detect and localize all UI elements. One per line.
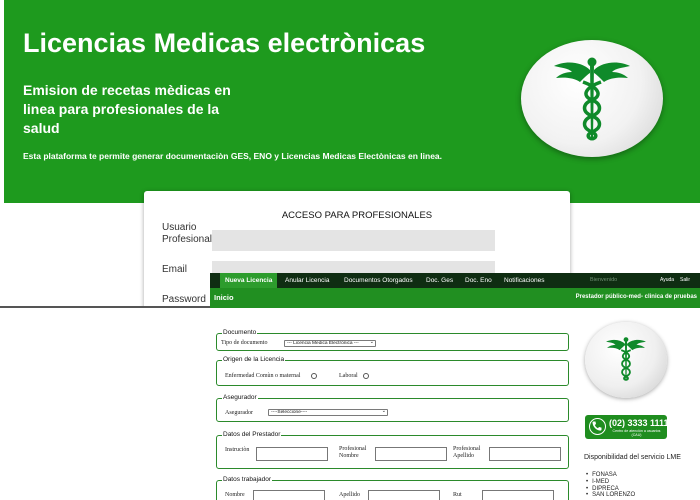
nav-exit[interactable]: Salir	[680, 273, 690, 288]
login-title: ACCESO PARA PROFESIONALES	[281, 210, 433, 221]
nav-user: Bienvenido	[590, 277, 618, 283]
user-label: Usuario Profesional	[162, 222, 213, 245]
phone-number: (02) 3333 1111	[609, 418, 669, 428]
origen-option2-radio[interactable]	[363, 373, 369, 379]
nav-nueva-licencia[interactable]: Nueva Licencia	[220, 273, 278, 288]
phone-subtitle: Centro de atención a usuarios (CAU)	[612, 429, 661, 437]
nav-doc-ges[interactable]: Doc. Ges	[426, 273, 453, 288]
prestador-apellido-label: Profesional Apellido	[453, 446, 481, 459]
service-list: FONASA I-MED DIPRECA SAN LORENZO	[586, 472, 635, 499]
prestador-nombre-input[interactable]	[375, 447, 447, 461]
user-input[interactable]	[212, 230, 495, 251]
asegurador-section: Asegurador Asegurador ----Seleccione----…	[216, 394, 569, 422]
list-item: SAN LORENZO	[586, 492, 635, 499]
breadcrumb-home[interactable]: Inicio	[214, 293, 234, 302]
hero-subtitle: Emision de recetas mèdicas en linea para…	[23, 82, 231, 136]
caduceus-icon	[554, 57, 630, 141]
prestador-apellido-input[interactable]	[489, 447, 561, 461]
list-item: I-MED	[586, 479, 635, 486]
caduceus-badge	[521, 40, 663, 157]
nav-doc-eno[interactable]: Doc. Eno	[465, 273, 492, 288]
hero-description: Esta plataforma te permite generar docum…	[23, 151, 443, 161]
asegurador-select[interactable]: ----Seleccione---- ⌄	[268, 409, 388, 416]
trabajador-apellido-input[interactable]	[368, 490, 440, 500]
list-item: DIPRECA	[586, 486, 635, 493]
hero-title: Licencias Medicas electrònicas	[23, 28, 426, 58]
origen-option1-label: Enfermedad Comùn o maternal	[225, 373, 301, 379]
documento-section: Documento Tipo de documento --- Licencia…	[216, 329, 569, 351]
trabajador-section: Datos trabajador Nombre Apellido Rut	[216, 476, 569, 500]
institucion-label: Instruciòn	[225, 447, 250, 453]
trabajador-nombre-label: Nombre	[225, 492, 245, 498]
origen-option1-radio[interactable]	[311, 373, 317, 379]
origen-legend: Origen de la Licencia	[222, 356, 286, 364]
caduceus-icon	[606, 337, 646, 381]
breadcrumb-bar: Inicio Prestador público-med- clinica de…	[210, 288, 700, 308]
asegurador-legend: Asegurador	[222, 394, 258, 402]
phone-contact[interactable]: (02) 3333 1111 Centro de atención a usua…	[585, 415, 669, 439]
origen-section: Origen de la Licencia Enfermedad Comùn o…	[216, 356, 569, 386]
availability-title: Disponibilidad del servicio LME	[584, 454, 681, 461]
institucion-input[interactable]	[256, 447, 328, 461]
chevron-down-icon: ⌄	[381, 409, 386, 414]
nav-anular-licencia[interactable]: Anular Licencia	[285, 273, 329, 288]
trabajador-rut-label: Rut	[453, 492, 462, 498]
prestador-section: Datos del Prestador Instruciòn Profesion…	[216, 431, 569, 469]
tipo-documento-value: --- Licencia Medica Electrònica ---	[287, 341, 359, 346]
hero-banner: Licencias Medicas electrònicas Emision d…	[4, 0, 700, 203]
side-caduceus-badge	[585, 322, 667, 398]
tipo-documento-select[interactable]: --- Licencia Medica Electrònica --- ⌄	[284, 340, 376, 347]
asegurador-value: ----Seleccione----	[271, 410, 308, 415]
nav-documentos-otorgados[interactable]: Documentos Otorgados	[344, 273, 413, 288]
nav-help[interactable]: Ayuda	[660, 273, 674, 288]
window-edge	[0, 306, 210, 308]
nav-notificaciones[interactable]: Notificaciones	[504, 273, 544, 288]
provider-name: Prestador público-med- clinica de prueba…	[575, 294, 697, 300]
trabajador-rut-input[interactable]	[482, 490, 554, 500]
page: Licencias Medicas electrònicas Emision d…	[0, 0, 700, 500]
tipo-documento-label: Tipo de documento	[221, 340, 268, 346]
prestador-legend: Datos del Prestador	[222, 431, 282, 439]
trabajador-nombre-input[interactable]	[253, 490, 325, 500]
top-nav: Nueva Licencia Anular Licencia Documento…	[210, 273, 700, 288]
chevron-down-icon: ⌄	[369, 340, 374, 345]
asegurador-label: Asegurador	[225, 410, 253, 416]
phone-icon	[589, 418, 606, 435]
origen-option2-label: Laboral	[339, 373, 358, 379]
trabajador-apellido-label: Apellido	[339, 492, 360, 498]
trabajador-legend: Datos trabajador	[222, 476, 273, 484]
documento-legend: Documento	[222, 329, 258, 337]
list-item: FONASA	[586, 472, 635, 479]
prestador-nombre-label: Profesional Nombre	[339, 446, 367, 459]
